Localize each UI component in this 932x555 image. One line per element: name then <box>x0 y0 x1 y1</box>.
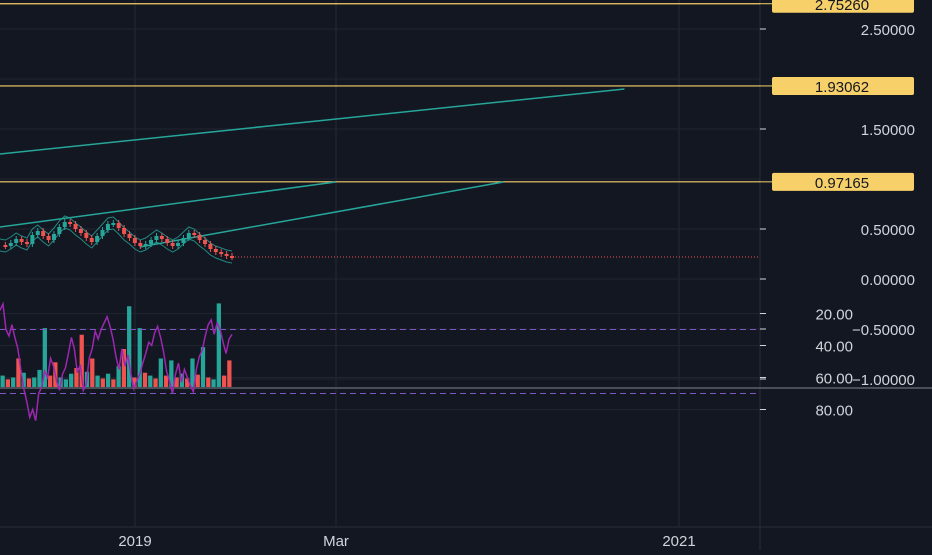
candle-body <box>62 222 67 227</box>
volume-bar <box>0 375 5 387</box>
candle-body <box>224 254 229 256</box>
candle-body <box>149 240 154 244</box>
candle-body <box>181 238 186 243</box>
osc-tick-label: 60.00 <box>815 371 853 388</box>
volume-bar <box>90 358 95 387</box>
volume-bar <box>211 379 216 387</box>
volume-bar <box>206 377 211 387</box>
candle-body <box>122 228 127 234</box>
volume-bar <box>163 375 169 387</box>
price-tick-label: −1.00000 <box>852 372 915 389</box>
candle-body <box>111 223 116 225</box>
osc-tick-label: 80.00 <box>815 403 853 420</box>
candle-body <box>46 236 51 240</box>
level-price-label: 1.93062 <box>815 79 869 96</box>
volume-bar <box>142 372 148 387</box>
candle-body <box>73 224 78 229</box>
volume-bar <box>158 358 163 387</box>
candle-body <box>138 243 143 246</box>
volume-bar <box>111 379 116 387</box>
candle-body <box>14 239 19 243</box>
candle-body <box>30 235 35 244</box>
candle-body <box>213 249 218 252</box>
candle-body <box>8 243 13 246</box>
candle-body <box>95 236 100 242</box>
volume-bar <box>26 378 32 387</box>
candle-body <box>192 233 197 235</box>
candle-body <box>219 252 224 254</box>
candle-body <box>57 227 62 234</box>
candle-body <box>35 231 40 235</box>
candle-body <box>105 224 110 230</box>
candle-body <box>78 229 83 233</box>
price-tick-label: 1.50000 <box>861 122 915 139</box>
osc-tick-label: 40.00 <box>815 339 853 356</box>
candle-body <box>51 234 56 240</box>
candle-body <box>197 235 202 240</box>
candle-body <box>170 243 175 246</box>
volume-bar <box>69 373 74 387</box>
time-axis-label: 2021 <box>662 533 695 550</box>
candle-body <box>186 233 191 238</box>
osc-tick-label: 20.00 <box>815 307 853 324</box>
trading-chart[interactable]: 2.50000 1.50000 0.50000 0.00000 −0.50000 −1.0… <box>0 0 932 550</box>
candle-body <box>41 231 46 236</box>
candle-body <box>127 234 132 238</box>
candle-body <box>143 244 148 246</box>
candle-body <box>165 239 170 243</box>
candle-body <box>68 222 73 224</box>
chart-canvas[interactable]: 2.50000 1.50000 0.50000 0.00000 −0.50000 −1.0… <box>0 0 932 550</box>
volume-bar <box>47 375 53 387</box>
volume-bar <box>148 375 153 387</box>
volume-bar <box>37 369 42 387</box>
volume-bar <box>5 379 11 387</box>
candle-body <box>116 223 121 228</box>
candle-body <box>159 236 164 239</box>
candle-body <box>24 242 29 244</box>
price-tick-label: 0.00000 <box>861 272 915 289</box>
volume-bar <box>32 377 37 387</box>
volume-bar <box>105 373 111 387</box>
candle-body <box>176 243 181 246</box>
candle-body <box>19 239 24 242</box>
volume-bar <box>100 378 105 387</box>
candle-body <box>84 233 89 238</box>
volume-bar <box>63 379 69 387</box>
volume-bar <box>227 360 232 387</box>
volume-bar <box>221 375 227 387</box>
candle-body <box>208 244 213 249</box>
time-axis-label: Mar <box>323 533 349 550</box>
price-tick-label: 2.50000 <box>861 22 915 39</box>
volume-bar <box>153 378 158 387</box>
candle-body <box>154 236 159 240</box>
candle-body <box>89 238 94 242</box>
price-tick-label: −0.50000 <box>852 322 915 339</box>
candle-body <box>203 240 208 244</box>
candle-body <box>100 230 105 236</box>
price-tick-label: 0.50000 <box>861 222 915 239</box>
time-axis-label: 2019 <box>118 533 151 550</box>
volume-bar <box>95 375 100 387</box>
volume-bar <box>195 374 200 387</box>
candle-body <box>132 238 137 243</box>
level-price-label: 0.97165 <box>815 175 869 192</box>
level-price-label: 2.75260 <box>815 0 869 14</box>
candle-body <box>3 245 8 247</box>
volume-bar <box>216 303 221 387</box>
volume-bar <box>11 377 16 387</box>
